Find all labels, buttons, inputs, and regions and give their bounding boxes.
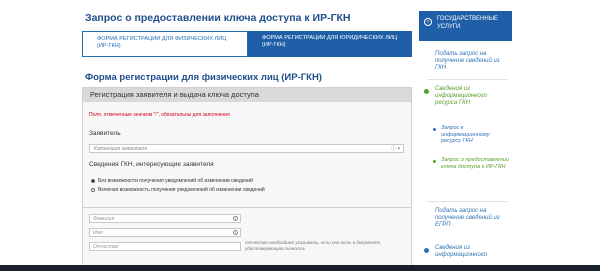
radio-label: Без возможности получения уведомлений об… <box>98 178 253 184</box>
radio-label: Включая возможность получения уведомлени… <box>98 187 265 193</box>
sidebar-item-egrp-info[interactable]: Сведения из информационного <box>435 245 509 259</box>
minus-circle-icon <box>424 89 429 94</box>
sidebar-item-egrp-request[interactable]: Подать запрос на получение сведений из Е… <box>435 208 509 229</box>
bullet-icon <box>433 128 436 131</box>
surname-placeholder: Фамилия <box>93 216 115 222</box>
sidebar-item-gkn-info[interactable]: Сведения из информационного ресурса ГКН <box>435 86 509 107</box>
page-title: Запрос о предоставлении ключа доступа к … <box>85 12 351 24</box>
radio-dot-icon <box>91 179 95 183</box>
services-sidebar: ‹ ГОСУДАРСТВЕННЫЕ УСЛУГИ Подать запрос н… <box>419 11 512 271</box>
sidebar-item-gkn-request[interactable]: Подать запрос на получение сведений из Г… <box>435 51 509 72</box>
surname-field[interactable]: Фамилия ! <box>89 214 241 223</box>
name-placeholder: Имя <box>93 230 103 236</box>
main-content: Запрос о предоставлении ключа доступа к … <box>0 0 420 271</box>
patronymic-note: Отчество необходимо указывать, если оно … <box>245 240 382 251</box>
chevron-down-icon: ⓘ ▾ <box>391 146 400 152</box>
tab-individuals[interactable]: ФОРМА РЕГИСТРАЦИИ ДЛЯ ФИЗИЧЕСКИХ ЛИЦ (ИР… <box>82 31 248 57</box>
divider <box>427 79 507 80</box>
applicant-category-placeholder: Категория заявителя <box>94 146 147 152</box>
radio-dot-icon <box>91 188 95 192</box>
registration-panel: Регистрация заявителя и выдача ключа дос… <box>82 87 412 271</box>
sidebar-header[interactable]: ‹ ГОСУДАРСТВЕННЫЕ УСЛУГИ <box>419 11 512 41</box>
section-title: Форма регистрации для физических лиц (ИР… <box>85 72 322 83</box>
chevron-left-icon: ‹ <box>424 18 432 26</box>
divider <box>427 201 507 202</box>
name-field[interactable]: Имя ! <box>89 228 241 237</box>
radio-without-notifications[interactable]: Без возможности получения уведомлений об… <box>91 178 253 184</box>
required-icon: ! <box>233 230 238 235</box>
applicant-category-select[interactable]: Категория заявителя ⓘ ▾ <box>89 144 404 153</box>
required-icon: ! <box>233 216 238 221</box>
sidebar-item-access-key[interactable]: Запрос о предоставлении ключа доступа к … <box>441 157 509 170</box>
divider <box>83 207 411 208</box>
sidebar-item-gkn-resource-request[interactable]: Запрос к информационному ресурсу ГКН <box>441 125 509 145</box>
sidebar-header-label: ГОСУДАРСТВЕННЫЕ УСЛУГИ <box>437 16 499 30</box>
plus-circle-icon <box>424 248 429 253</box>
bullet-icon <box>433 160 436 163</box>
patronymic-field[interactable]: Отчество <box>89 242 241 251</box>
form-tabs: ФОРМА РЕГИСТРАЦИИ ДЛЯ ФИЗИЧЕСКИХ ЛИЦ (ИР… <box>82 31 412 57</box>
patronymic-placeholder: Отчество <box>93 244 119 250</box>
tab-legal-entities[interactable]: ФОРМА РЕГИСТРАЦИИ ДЛЯ ЮРИДИЧЕСКИХ ЛИЦ (И… <box>248 31 412 57</box>
gkn-info-label: Сведения ГКН, интересующие заявителя <box>89 161 214 168</box>
radio-with-notifications[interactable]: Включая возможность получения уведомлени… <box>91 187 265 193</box>
required-note: Поля, отмеченные значком "!", обязательн… <box>89 112 230 118</box>
panel-heading: Регистрация заявителя и выдача ключа дос… <box>83 88 411 102</box>
applicant-label: Заявитель <box>89 130 121 137</box>
os-taskbar <box>0 265 600 271</box>
